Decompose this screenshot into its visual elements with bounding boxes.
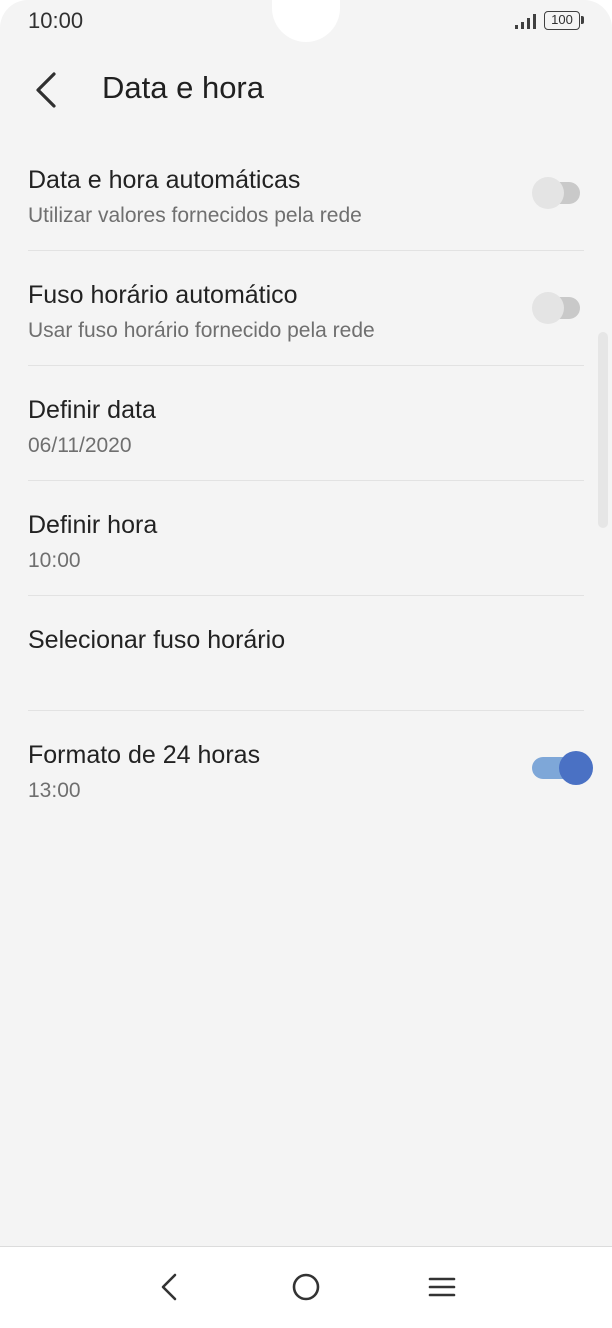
setting-24-hour-format[interactable]: Formato de 24 horas 13:00 xyxy=(28,711,593,826)
toggle-thumb xyxy=(532,292,564,324)
toggle-thumb xyxy=(559,751,593,785)
setting-set-time[interactable]: Definir hora 10:00 xyxy=(28,481,584,596)
nav-recents-button[interactable] xyxy=(420,1265,464,1309)
nav-back-icon xyxy=(161,1273,177,1301)
scroll-indicator[interactable] xyxy=(598,332,608,528)
back-arrow-icon xyxy=(36,72,56,108)
nav-recents-icon xyxy=(428,1277,456,1297)
setting-title: Definir data xyxy=(28,396,156,424)
setting-subtitle: Utilizar valores fornecidos pela rede xyxy=(28,204,362,227)
camera-notch xyxy=(272,0,340,42)
nav-back-button[interactable] xyxy=(148,1265,192,1309)
navigation-bar xyxy=(0,1246,612,1328)
setting-title: Definir hora xyxy=(28,511,158,539)
nav-home-icon xyxy=(292,1273,320,1301)
battery-tip xyxy=(581,16,584,24)
setting-title: Selecionar fuso horário xyxy=(28,626,286,654)
setting-title: Fuso horário automático xyxy=(28,281,298,309)
automatic-date-time-toggle[interactable] xyxy=(532,176,584,210)
settings-screen: 10:00 100 Data e hora Data e hora automá… xyxy=(0,0,612,1246)
page-title: Data e hora xyxy=(102,70,264,105)
setting-set-date[interactable]: Definir data 06/11/2020 xyxy=(28,366,584,481)
setting-automatic-date-time[interactable]: Data e hora automáticas Utilizar valores… xyxy=(28,136,584,251)
battery-icon: 100 xyxy=(544,11,580,30)
setting-automatic-timezone[interactable]: Fuso horário automático Usar fuso horári… xyxy=(28,251,584,366)
battery-level: 100 xyxy=(551,12,573,27)
setting-subtitle: 06/11/2020 xyxy=(28,434,132,457)
status-bar: 10:00 100 xyxy=(0,0,612,44)
setting-title: Formato de 24 horas xyxy=(28,741,261,769)
status-time: 10:00 xyxy=(28,8,84,33)
setting-subtitle: 13:00 xyxy=(28,779,81,802)
setting-subtitle: 10:00 xyxy=(28,549,81,572)
setting-subtitle: Usar fuso horário fornecido pela rede xyxy=(28,319,375,342)
signal-icon xyxy=(515,14,536,29)
settings-list: Data e hora automáticas Utilizar valores… xyxy=(0,136,612,826)
24-hour-format-toggle[interactable] xyxy=(532,751,593,785)
setting-select-timezone[interactable]: Selecionar fuso horário xyxy=(28,596,584,711)
setting-title: Data e hora automáticas xyxy=(28,166,301,194)
nav-home-button[interactable] xyxy=(284,1265,328,1309)
toggle-thumb xyxy=(532,177,564,209)
automatic-timezone-toggle[interactable] xyxy=(532,291,584,325)
back-button[interactable] xyxy=(24,66,68,114)
